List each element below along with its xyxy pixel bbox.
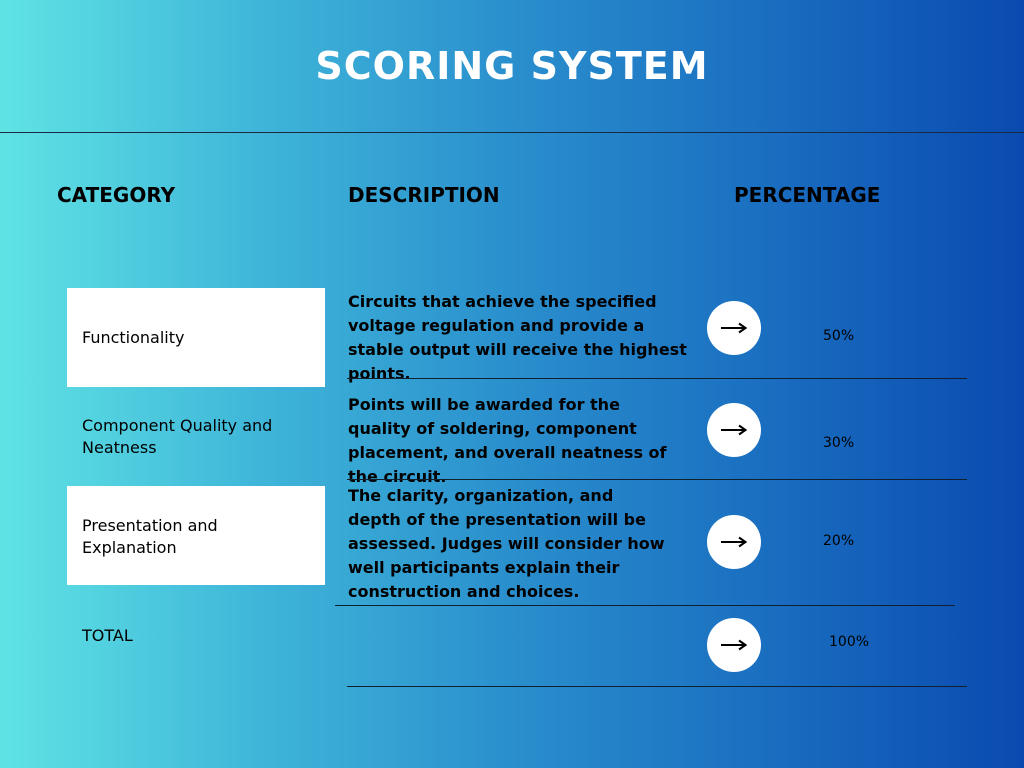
header-percentage: PERCENTAGE xyxy=(734,183,881,207)
header-category: CATEGORY xyxy=(57,183,176,207)
arrow-right-icon xyxy=(721,322,748,334)
row-divider-2 xyxy=(347,479,967,480)
arrow-right-icon xyxy=(721,536,748,548)
arrow-button-functionality xyxy=(707,301,761,355)
category-component-quality: Component Quality and Neatness xyxy=(82,416,273,457)
description-functionality: Circuits that achieve the specified volt… xyxy=(348,292,687,383)
header-description: DESCRIPTION xyxy=(348,183,500,207)
row-divider-3 xyxy=(335,605,955,606)
arrow-right-icon xyxy=(721,639,748,651)
description-component-quality: Points will be awarded for the quality o… xyxy=(348,395,667,486)
category-presentation: Presentation and Explanation xyxy=(82,516,218,557)
description-presentation: The clarity, organization, and depth of … xyxy=(348,486,665,601)
arrow-button-presentation xyxy=(707,515,761,569)
percentage-component-quality: 30% xyxy=(823,435,855,451)
row-divider-1 xyxy=(347,378,967,379)
page-title: SCORING SYSTEM xyxy=(315,44,709,88)
percentage-functionality: 50% xyxy=(823,328,855,344)
category-total: TOTAL xyxy=(82,626,133,645)
row-divider-4 xyxy=(347,686,967,687)
arrow-button-component-quality xyxy=(707,403,761,457)
arrow-button-total xyxy=(707,618,761,672)
percentage-total: 100% xyxy=(829,634,870,650)
title-divider xyxy=(0,132,1024,133)
percentage-presentation: 20% xyxy=(823,533,855,549)
arrow-right-icon xyxy=(721,424,748,436)
category-functionality: Functionality xyxy=(82,328,185,347)
